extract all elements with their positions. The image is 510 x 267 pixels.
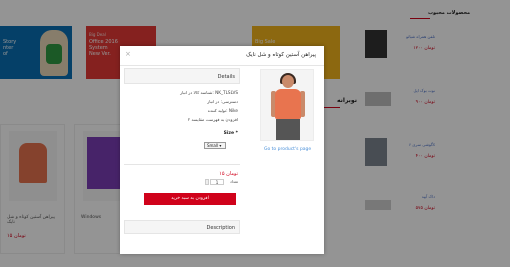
details-tab[interactable]: Details (124, 68, 240, 84)
close-icon[interactable]: × (125, 50, 131, 58)
chevron-down-icon: ▾ (219, 143, 222, 148)
quantity-label: تعداد (229, 179, 238, 184)
purchase-block: ۱۵ تومان تعداد 1 افزودن به سبد خرید (124, 164, 240, 216)
product-price: ۱۵ تومان (219, 171, 238, 177)
details-title: Details (217, 74, 235, 80)
quick-view-modal: × پیراهن آستین کوتاه و شل نایک Details ش… (120, 46, 324, 254)
spec-manufacturer: تولید کننده: Nike (207, 108, 238, 113)
product-image-column: Go to product's page (260, 68, 320, 178)
quantity-input[interactable]: 1 (210, 179, 224, 185)
size-select[interactable]: Small ▾ (204, 142, 226, 149)
add-to-compare-link[interactable]: ۲ افزودن به فهرست مقایسه (188, 117, 238, 122)
add-to-cart-button[interactable]: افزودن به سبد خرید (144, 193, 236, 205)
description-title: Description (206, 225, 235, 231)
product-photo (260, 69, 314, 141)
modal-header: × پیراهن آستین کوتاه و شل نایک (120, 46, 324, 66)
modal-title: پیراهن آستین کوتاه و شل نایک (246, 52, 316, 58)
size-label: Size * (223, 131, 238, 136)
size-select-value: Small (207, 143, 219, 148)
spec-availability: دسترسی: در انبار (207, 99, 238, 104)
quantity-stepper[interactable] (205, 179, 209, 185)
spec-sku: شناسه کالا در انبار: NK_TLSLVS (180, 90, 238, 95)
go-to-product-link[interactable]: Go to product's page (264, 147, 311, 152)
description-tab[interactable]: Description (124, 220, 240, 234)
